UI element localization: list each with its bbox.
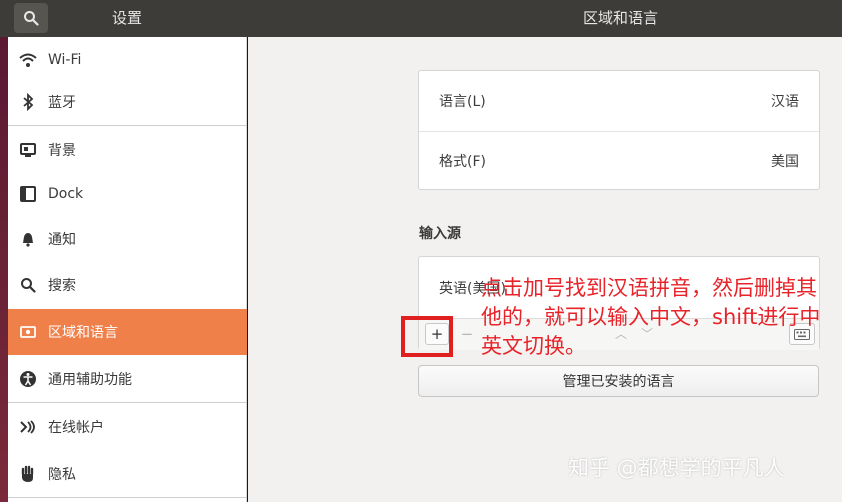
bell-icon	[18, 229, 38, 249]
divider	[8, 125, 247, 126]
region-icon	[18, 322, 38, 342]
privacy-hand-icon	[18, 464, 38, 484]
language-value: 汉语	[771, 93, 799, 110]
sidebar-item-notifications[interactable]: 通知	[8, 216, 247, 262]
titlebar: 设置 区域和语言	[0, 0, 842, 37]
minus-icon: −	[460, 325, 474, 343]
divider	[8, 402, 247, 403]
sidebar-item-search[interactable]: 搜索	[8, 262, 247, 308]
online-accounts-icon	[18, 417, 38, 437]
language-format-card: 语言(L) 汉语 格式(F) 美国	[418, 70, 820, 190]
sidebar-item-dock[interactable]: Dock	[8, 171, 247, 217]
sidebar-item-label: 区域和语言	[48, 325, 118, 341]
sidebar-item-label: Wi-Fi	[48, 52, 82, 68]
wifi-icon	[18, 50, 38, 70]
sidebar-item-label: 在线帐户	[48, 420, 104, 436]
sidebar-item-background[interactable]: 背景	[8, 127, 247, 173]
panel-title: 区域和语言	[583, 9, 659, 27]
format-row[interactable]: 格式(F) 美国	[419, 131, 819, 190]
sidebar-item-region-language[interactable]: 区域和语言	[8, 309, 247, 355]
sidebar-item-label: 通用辅助功能	[48, 372, 132, 388]
accessibility-icon	[18, 369, 38, 389]
dock-icon	[18, 184, 38, 204]
sidebar: Wi-Fi 蓝牙 背景 Dock 通知 搜索 区域和语言 通用辅助功能 在线帐户…	[8, 37, 247, 502]
sidebar-item-label: 背景	[48, 143, 76, 159]
sidebar-item-label: 蓝牙	[48, 95, 76, 111]
format-label: 格式(F)	[439, 154, 486, 170]
sidebar-item-online-accounts[interactable]: 在线帐户	[8, 404, 247, 450]
sidebar-item-label: 搜索	[48, 278, 76, 294]
highlight-box	[401, 316, 453, 357]
sidebar-item-privacy[interactable]: 隐私	[8, 451, 247, 497]
search-icon	[18, 275, 38, 295]
bluetooth-icon	[18, 92, 38, 112]
watermark: 知乎 @都想学的平凡人	[568, 456, 785, 480]
language-row[interactable]: 语言(L) 汉语	[419, 71, 819, 130]
annotation-text: 点击加号找到汉语拼音，然后删掉其他的，就可以输入中文，shift进行中英文切换。	[481, 276, 821, 358]
sidebar-item-bluetooth[interactable]: 蓝牙	[8, 79, 247, 125]
input-sources-title: 输入源	[419, 226, 461, 242]
remove-input-source-button[interactable]: −	[455, 323, 479, 345]
language-label: 语言(L)	[439, 93, 486, 110]
divider	[8, 497, 247, 498]
sidebar-item-label: Dock	[48, 186, 84, 202]
sidebar-item-accessibility[interactable]: 通用辅助功能	[8, 356, 247, 402]
format-value: 美国	[771, 154, 799, 170]
sidebar-item-label: 通知	[48, 232, 76, 248]
manage-installed-languages-button[interactable]: 管理已安装的语言	[418, 365, 819, 397]
background-icon	[18, 140, 38, 160]
desktop-edge	[0, 37, 8, 502]
settings-title: 设置	[111, 9, 142, 27]
sidebar-item-label: 隐私	[48, 467, 76, 483]
sidebar-item-wifi[interactable]: Wi-Fi	[8, 37, 247, 83]
region-language-panel: 语言(L) 汉语 格式(F) 美国 输入源 英语(美国) + − ︿ ﹀ 管理已…	[248, 37, 842, 502]
